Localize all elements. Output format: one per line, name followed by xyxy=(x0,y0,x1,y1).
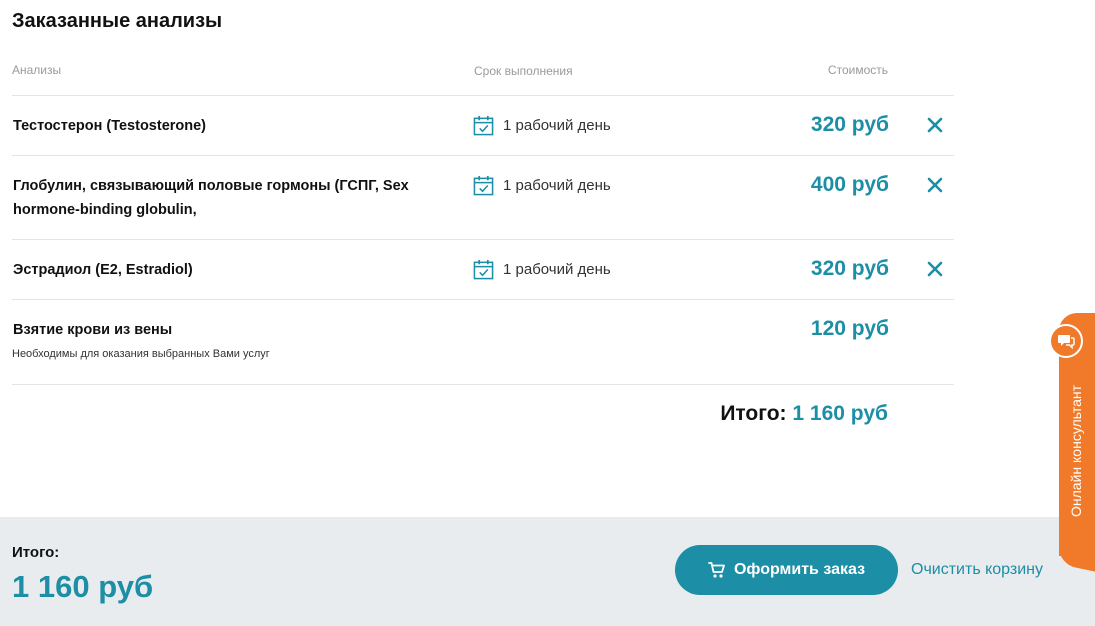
test-term: 1 рабочий день xyxy=(473,175,611,196)
remove-button[interactable] xyxy=(926,260,944,278)
close-icon xyxy=(927,261,943,277)
test-price: 400 руб xyxy=(810,173,889,196)
header-name: Анализы xyxy=(12,63,62,77)
header-term: Срок выполнения xyxy=(474,64,573,78)
test-name: Тестостерон (Testosterone) xyxy=(13,118,207,134)
ordered-tests-table: Анализы Срок выполнения Стоимость Тестос… xyxy=(12,58,954,385)
clear-cart-link[interactable]: Очистить корзину xyxy=(911,561,1043,579)
calendar-check-icon xyxy=(473,259,494,280)
consultant-label[interactable]: Онлайн консультант xyxy=(1068,385,1084,517)
page-title: Заказанные анализы xyxy=(12,10,223,32)
term-label: 1 рабочий день xyxy=(503,117,611,134)
total-label: Итого: xyxy=(720,402,787,425)
term-label: 1 рабочий день xyxy=(503,261,611,278)
test-price: 320 руб xyxy=(810,257,889,280)
calendar-check-icon xyxy=(473,115,494,136)
term-label: 1 рабочий день xyxy=(503,177,611,194)
test-name: Эстрадиол (E2, Estradiol) xyxy=(13,262,193,278)
checkout-bar: Итого: 1 160 руб Оформить заказ Очистить… xyxy=(0,517,1095,626)
header-price: Стоимость xyxy=(827,63,888,77)
remove-button[interactable] xyxy=(926,176,944,194)
footer-total-label: Итого: xyxy=(12,544,60,561)
remove-button[interactable] xyxy=(926,116,944,134)
cart-icon xyxy=(708,562,725,578)
test-term: 1 рабочий день xyxy=(473,259,611,280)
close-icon xyxy=(927,117,943,133)
chat-bubble-icon xyxy=(1058,335,1075,350)
calendar-check-icon xyxy=(473,175,494,196)
table-row: Глобулин, связывающий половые гормоны (Г… xyxy=(12,156,954,240)
close-icon xyxy=(927,177,943,193)
cart-total: Итого: 1 160 руб xyxy=(720,402,888,426)
service-note: Необходимы для оказания выбранных Вами у… xyxy=(12,348,270,360)
service-row: Взятие крови из вены Необходимы для оказ… xyxy=(12,300,954,385)
table-row: Эстрадиол (E2, Estradiol) 1 рабочий день… xyxy=(12,240,954,300)
checkout-button[interactable]: Оформить заказ xyxy=(675,545,898,595)
table-header: Анализы Срок выполнения Стоимость xyxy=(12,58,954,96)
total-value: 1 160 руб xyxy=(792,402,888,425)
checkout-button-label: Оформить заказ xyxy=(733,561,866,578)
test-price: 320 руб xyxy=(810,113,889,136)
service-name: Взятие крови из вены xyxy=(13,322,173,338)
test-name: Глобулин, связывающий половые гормоны (Г… xyxy=(13,178,409,218)
footer-total-amount: 1 160 руб xyxy=(12,569,154,604)
consultant-bubble[interactable] xyxy=(1049,324,1083,358)
test-term: 1 рабочий день xyxy=(473,115,611,136)
service-price: 120 руб xyxy=(810,317,889,340)
cart-page: Заказанные анализы Анализы Срок выполнен… xyxy=(0,0,1095,626)
table-row: Тестостерон (Testosterone) 1 рабочий ден… xyxy=(12,96,954,156)
